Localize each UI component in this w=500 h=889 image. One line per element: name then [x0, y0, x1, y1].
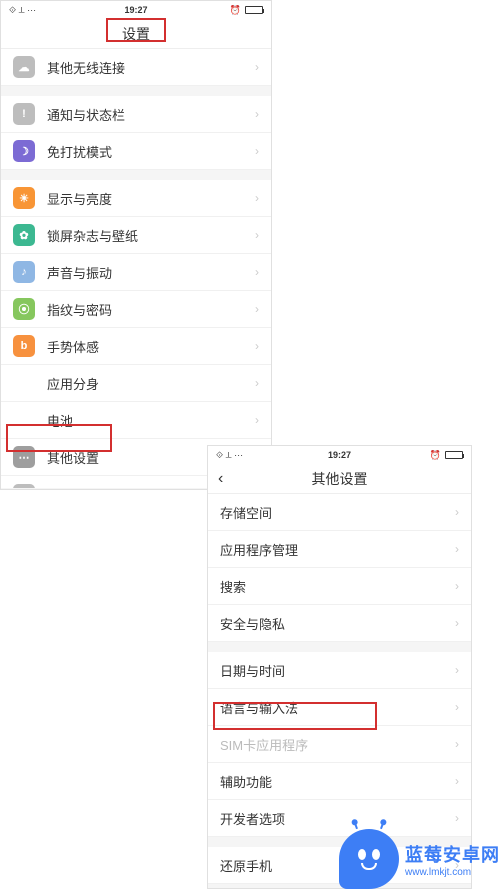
page-title: 其他设置	[312, 469, 368, 489]
other-settings-list: 存储空间›应用程序管理›搜索›安全与隐私›日期与时间›语言与输入法›SIM卡应用…	[208, 494, 471, 884]
chevron-right-icon: ›	[255, 107, 259, 121]
row-label: 辅助功能	[220, 772, 455, 791]
status-time: 19:27	[328, 450, 351, 460]
settings-row[interactable]: 日期与时间›	[208, 652, 471, 689]
row-label: 语言与输入法	[220, 698, 455, 717]
status-time: 19:27	[124, 5, 147, 15]
settings-row[interactable]: b 手势体感›	[1, 328, 271, 365]
battery-icon	[245, 6, 263, 14]
row-label: 指纹与密码	[47, 300, 255, 319]
row-label: SIM卡应用程序	[220, 735, 455, 754]
chevron-right-icon: ›	[255, 376, 259, 390]
chevron-right-icon: ›	[455, 542, 459, 556]
status-bar: ⟐ ⟂ ··· 19:27 ⏰	[208, 446, 471, 464]
row-icon: ☽	[13, 140, 35, 162]
chevron-right-icon: ›	[455, 774, 459, 788]
back-button[interactable]: ‹	[218, 470, 223, 488]
row-label: 免打扰模式	[47, 142, 255, 161]
settings-row[interactable]: 应用程序管理›	[208, 531, 471, 568]
settings-row[interactable]: 辅助功能›	[208, 763, 471, 800]
chevron-right-icon: ›	[255, 339, 259, 353]
alarm-icon: ⏰	[430, 450, 441, 461]
settings-row[interactable]: ☽ 免打扰模式›	[1, 133, 271, 170]
chevron-right-icon: ›	[255, 302, 259, 316]
row-label: 应用分身	[47, 374, 255, 393]
chevron-right-icon: ›	[255, 265, 259, 279]
chevron-right-icon: ›	[255, 413, 259, 427]
settings-row[interactable]: ! 通知与状态栏›	[1, 96, 271, 133]
chevron-right-icon: ›	[255, 144, 259, 158]
row-icon: ✿	[13, 224, 35, 246]
chevron-right-icon: ›	[255, 228, 259, 242]
settings-row[interactable]: 搜索›	[208, 568, 471, 605]
signal-icon: ⟐ ⟂ ···	[9, 5, 36, 16]
row-icon: ♪	[13, 261, 35, 283]
chevron-right-icon: ›	[455, 737, 459, 751]
row-icon: !	[13, 103, 35, 125]
settings-screen-2: ⟐ ⟂ ··· 19:27 ⏰ ‹ 其他设置 存储空间›应用程序管理›搜索›安全…	[207, 445, 472, 889]
header: 设置	[1, 19, 271, 49]
chevron-right-icon: ›	[255, 191, 259, 205]
settings-row[interactable]: SIM卡应用程序›	[208, 726, 471, 763]
row-label: 其他无线连接	[47, 58, 255, 77]
settings-screen-1: ⟐ ⟂ ··· 19:27 ⏰ 设置 ☁其他无线连接›!通知与状态栏›☽免打扰模…	[0, 0, 272, 490]
row-label: 应用程序管理	[220, 540, 455, 559]
settings-row[interactable]: ☁ 其他无线连接›	[1, 49, 271, 86]
settings-row[interactable]: 存储空间›	[208, 494, 471, 531]
row-label: 存储空间	[220, 503, 455, 522]
row-label: 手势体感	[47, 337, 255, 356]
settings-row[interactable]: ♪ 声音与振动›	[1, 254, 271, 291]
row-icon: ⦿	[13, 298, 35, 320]
settings-row[interactable]: ☀ 显示与亮度›	[1, 180, 271, 217]
row-icon: ✚	[13, 484, 35, 489]
row-label: 通知与状态栏	[47, 105, 255, 124]
chevron-right-icon: ›	[455, 579, 459, 593]
alarm-icon: ⏰	[230, 5, 241, 16]
signal-icon: ⟐ ⟂ ···	[216, 450, 243, 461]
chevron-right-icon: ›	[455, 505, 459, 519]
chevron-right-icon: ›	[255, 60, 259, 74]
row-label: 声音与振动	[47, 263, 255, 282]
row-icon: ☀	[13, 187, 35, 209]
chevron-right-icon: ›	[455, 700, 459, 714]
row-label: 安全与隐私	[220, 614, 455, 633]
watermark-logo	[339, 829, 399, 889]
watermark: 蓝莓安卓网 www.lmkjt.com	[339, 829, 500, 889]
row-label: 日期与时间	[220, 661, 455, 680]
row-icon: ⋯	[13, 446, 35, 468]
header: ‹ 其他设置	[208, 464, 471, 494]
row-label: 开发者选项	[220, 809, 455, 828]
row-label: 搜索	[220, 577, 455, 596]
row-icon: ☁	[13, 56, 35, 78]
settings-row[interactable]: 语言与输入法›	[208, 689, 471, 726]
settings-row[interactable]: 电池›	[1, 402, 271, 439]
watermark-url: www.lmkjt.com	[405, 867, 500, 878]
row-label: 电池	[47, 411, 255, 430]
chevron-right-icon: ›	[455, 616, 459, 630]
row-label: 锁屏杂志与壁纸	[47, 226, 255, 245]
settings-row[interactable]: ⦿ 指纹与密码›	[1, 291, 271, 328]
settings-list: ☁其他无线连接›!通知与状态栏›☽免打扰模式›☀显示与亮度›✿锁屏杂志与壁纸›♪…	[1, 49, 271, 476]
settings-row[interactable]: 安全与隐私›	[208, 605, 471, 642]
row-label: 显示与亮度	[47, 189, 255, 208]
watermark-text: 蓝莓安卓网	[405, 841, 500, 867]
row-icon: b	[13, 335, 35, 357]
chevron-right-icon: ›	[455, 811, 459, 825]
chevron-right-icon: ›	[455, 663, 459, 677]
page-title: 设置	[122, 24, 150, 44]
settings-row[interactable]: 应用分身›	[1, 365, 271, 402]
settings-row[interactable]: ✿ 锁屏杂志与壁纸›	[1, 217, 271, 254]
battery-icon	[445, 451, 463, 459]
status-bar: ⟐ ⟂ ··· 19:27 ⏰	[1, 1, 271, 19]
